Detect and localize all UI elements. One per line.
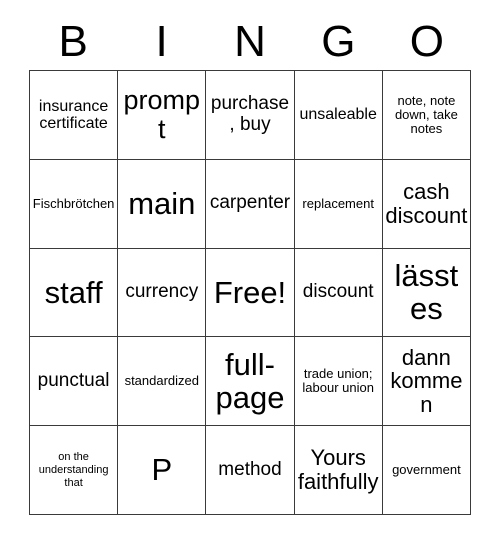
bingo-card: B I N G O insurance certificate prompt p… [0,0,500,544]
bingo-cell-label: discount [302,281,374,303]
bingo-cell[interactable]: Fischbrötchen [30,159,119,249]
bingo-cell[interactable]: discount [294,248,383,338]
bingo-cell-free[interactable]: Free! [206,248,295,338]
bingo-cell[interactable]: unsaleable [294,71,383,160]
bingo-cell-label: standardized [124,373,200,389]
bingo-cell[interactable]: standardized [118,337,207,427]
bingo-cell-label: unsaleable [299,106,377,124]
bingo-cell-label: P [151,452,173,488]
bingo-cell-label: government [392,462,461,478]
bingo-cell-label: lässt es [394,258,459,327]
bingo-cell[interactable]: method [206,426,295,515]
header-letter-b: B [58,17,88,66]
bingo-grid: insurance certificate prompt purchase, b… [29,70,471,515]
bingo-cell-label: prompt [123,84,201,144]
bingo-cell[interactable]: purchase, buy [206,71,295,160]
bingo-cell-label: cash discount [385,178,468,228]
bingo-cell-label: Yours faithfully [297,445,379,495]
bingo-cell-label: full-page [215,346,285,416]
bingo-cell-label: note, note down, take notes [394,92,458,136]
bingo-cell[interactable]: main [118,159,207,249]
bingo-cell[interactable]: insurance certificate [30,71,119,160]
bingo-cell[interactable]: dann kommen [382,337,471,427]
bingo-cell[interactable]: trade union; labour union [294,337,383,427]
bingo-cell[interactable]: carpenter [206,159,295,249]
bingo-cell-label: on the understanding that [38,450,109,489]
bingo-cell-label: replacement [302,195,374,211]
bingo-cell[interactable]: replacement [294,159,383,249]
bingo-cell-label: Fischbrötchen [32,195,115,211]
header-letter-n: N [234,17,266,66]
bingo-cell-label: currency [125,281,199,303]
header-letter-g: G [321,17,356,66]
bingo-cell-label: staff [44,274,103,310]
bingo-cell[interactable]: cash discount [382,159,471,249]
bingo-cell-free-label: Free! [213,274,287,310]
bingo-cell-label: main [128,185,196,221]
header-letter-i: I [155,17,168,66]
bingo-cell-label: dann kommen [390,344,463,418]
bingo-cell-label: purchase, buy [210,93,290,135]
bingo-cell[interactable]: punctual [30,337,119,427]
bingo-cell[interactable]: prompt [118,71,207,160]
bingo-cell[interactable]: note, note down, take notes [382,71,471,160]
bingo-cell-label: carpenter [209,192,291,214]
bingo-cell-label: trade union; labour union [302,366,374,396]
bingo-cell-label: method [218,458,282,480]
bingo-cell[interactable]: on the understanding that [30,426,119,515]
bingo-cell[interactable]: staff [30,248,119,338]
bingo-cell-label: punctual [37,370,110,392]
bingo-cell[interactable]: full-page [206,337,295,427]
bingo-cell[interactable]: government [382,426,471,515]
header-letter-o: O [409,17,444,66]
bingo-cell[interactable]: currency [118,248,207,338]
bingo-cell[interactable]: Yours faithfully [294,426,383,515]
bingo-cell[interactable]: lässt es [382,248,471,338]
bingo-header: B I N G O [29,14,471,70]
bingo-cell-label: insurance certificate [38,97,109,132]
bingo-cell[interactable]: P [118,426,207,515]
